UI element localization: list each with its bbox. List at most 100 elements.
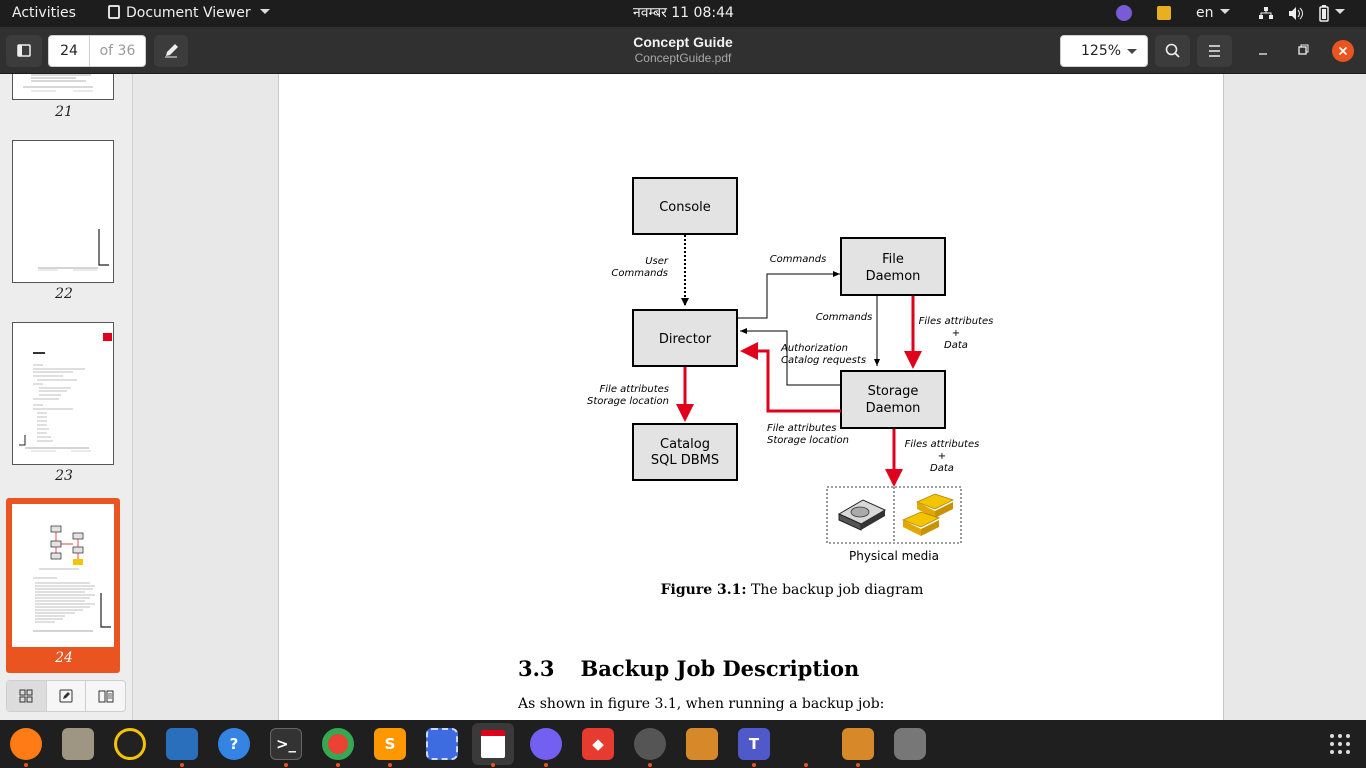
dock: ? >_ S ◆ T [0, 720, 1366, 768]
edge-label: Files attributes [905, 439, 980, 450]
blender-icon-2[interactable] [842, 728, 874, 760]
blender-icon[interactable] [686, 728, 718, 760]
clock[interactable]: नवम्बर 11 08:44 [633, 0, 734, 27]
book-icon [98, 690, 114, 703]
figure-caption-text: The backup job diagram [750, 582, 924, 598]
battery-icon[interactable] [1318, 0, 1330, 27]
document-viewer-dock-icon[interactable] [472, 723, 514, 765]
window-title: Concept Guide ConceptGuide.pdf [533, 34, 833, 65]
network-icon[interactable] [1258, 0, 1274, 27]
edge-label: File attributes [600, 384, 669, 395]
annotations-view-button[interactable] [47, 681, 87, 711]
edge-label: Commands [816, 312, 873, 323]
document-filename: ConceptGuide.pdf [634, 51, 732, 65]
activities-button[interactable]: Activities [12, 0, 76, 27]
figure-caption-label: Figure 3.1: [660, 582, 747, 598]
top-bar: Activities Document Viewer नवम्बर 11 08:… [0, 0, 1366, 27]
edge-label: Data [930, 463, 954, 474]
grid-icon [19, 689, 33, 703]
files-icon[interactable] [62, 728, 94, 760]
teams-icon[interactable]: T [738, 728, 770, 760]
document-view[interactable]: Console Director Catalog SQL DBMS File D… [132, 74, 1366, 720]
edge-label: User [645, 256, 669, 267]
thumbnail-page-23[interactable] [12, 322, 114, 465]
zoom-selector[interactable]: 125% [1060, 35, 1148, 67]
show-applications-button[interactable] [1324, 728, 1356, 760]
thumbnail-label: 24 [55, 650, 73, 666]
catalog-label: Catalog [660, 437, 710, 452]
edge-label: Files attributes [919, 316, 994, 327]
file-daemon-sublabel: Daemon [866, 269, 921, 284]
document-title: Concept Guide [633, 34, 733, 50]
language-indicator[interactable]: en [1196, 0, 1230, 27]
app-grid-icon [1330, 734, 1350, 754]
thumbnail-page-21[interactable] [12, 74, 114, 100]
edge-label: File attributes [767, 423, 836, 434]
viber-tray-icon[interactable] [1116, 5, 1132, 21]
figure-caption: Figure 3.1: The backup job diagram [279, 582, 1305, 598]
hamburger-icon [1209, 45, 1220, 57]
thumbnail-page-22[interactable] [12, 140, 114, 283]
sublime-text-icon[interactable]: S [374, 728, 406, 760]
notes-tray-icon[interactable] [1157, 6, 1171, 20]
edge-label: Data [944, 340, 968, 351]
terminal-icon[interactable]: >_ [270, 728, 302, 760]
thumbnails-view-button[interactable] [7, 681, 47, 711]
page-total-label: of 36 [99, 43, 136, 59]
page-number-input[interactable]: 24 [49, 36, 90, 66]
console-label: Console [659, 200, 711, 215]
tape-cartridges-icon [901, 493, 955, 536]
maximize-button[interactable] [1290, 35, 1316, 67]
app-menu[interactable]: Document Viewer [108, 0, 271, 27]
section-title: Backup Job Description [580, 656, 860, 681]
catalog-node [632, 423, 738, 481]
thumbnail-sidebar: 21 22 23 24 [0, 74, 132, 720]
edge-label: Commands [770, 254, 827, 265]
screenshot-icon[interactable] [426, 728, 458, 760]
main-menu-button[interactable] [1197, 35, 1232, 67]
sidebar-icon [17, 44, 31, 57]
viber-icon[interactable] [530, 728, 562, 760]
annotate-button[interactable] [154, 35, 188, 67]
pdf-page: Console Director Catalog SQL DBMS File D… [278, 74, 1224, 720]
thumbnail-label: 22 [55, 286, 73, 302]
edge-label: Storage location [587, 396, 669, 407]
body-paragraph: As shown in figure 3.1, when running a b… [518, 696, 885, 712]
file-daemon-label: File [882, 252, 904, 267]
hard-disk-icon [837, 499, 887, 531]
edge-label: Commands [611, 268, 668, 279]
rhythmbox-icon[interactable] [114, 728, 146, 760]
restore-icon [1298, 44, 1309, 55]
catalog-sublabel: SQL DBMS [651, 453, 719, 468]
disk-usage-icon[interactable] [894, 728, 926, 760]
storage-daemon-sublabel: Daemon [866, 401, 921, 416]
minimize-button[interactable] [1250, 35, 1276, 67]
sidebar-toggle-button[interactable] [6, 35, 42, 67]
page-selector[interactable]: 24 of 36 [48, 35, 146, 67]
physical-media-label: Physical media [849, 549, 939, 563]
volume-icon[interactable] [1287, 0, 1303, 27]
edge-label: Authorization [780, 343, 848, 354]
zoom-level: 125% [1081, 43, 1122, 59]
help-icon[interactable]: ? [218, 728, 250, 760]
system-menu-chevron-icon[interactable] [1335, 0, 1345, 27]
edge-label: + [952, 328, 960, 339]
edge-label: + [938, 451, 946, 462]
anydesk-icon[interactable]: ◆ [582, 728, 614, 760]
clock-app-icon[interactable] [634, 728, 666, 760]
close-button[interactable] [1332, 40, 1354, 62]
header-bar: 24 of 36 Concept Guide ConceptGuide.pdf … [0, 27, 1366, 74]
firefox-icon[interactable] [10, 728, 42, 760]
chrome-icon[interactable] [322, 728, 354, 760]
search-button[interactable] [1155, 35, 1190, 67]
close-icon [1338, 46, 1348, 56]
thumbnail-page-24[interactable] [12, 504, 114, 647]
chevron-down-icon [1127, 49, 1137, 54]
storage-daemon-label: Storage [868, 384, 919, 399]
section-number: 3.3 [518, 656, 555, 681]
language-label: en [1196, 5, 1214, 21]
app-menu-label: Document Viewer [126, 5, 251, 21]
index-view-button[interactable] [86, 681, 125, 711]
section-heading: 3.3 Backup Job Description [518, 656, 859, 681]
writer-icon[interactable] [166, 728, 198, 760]
